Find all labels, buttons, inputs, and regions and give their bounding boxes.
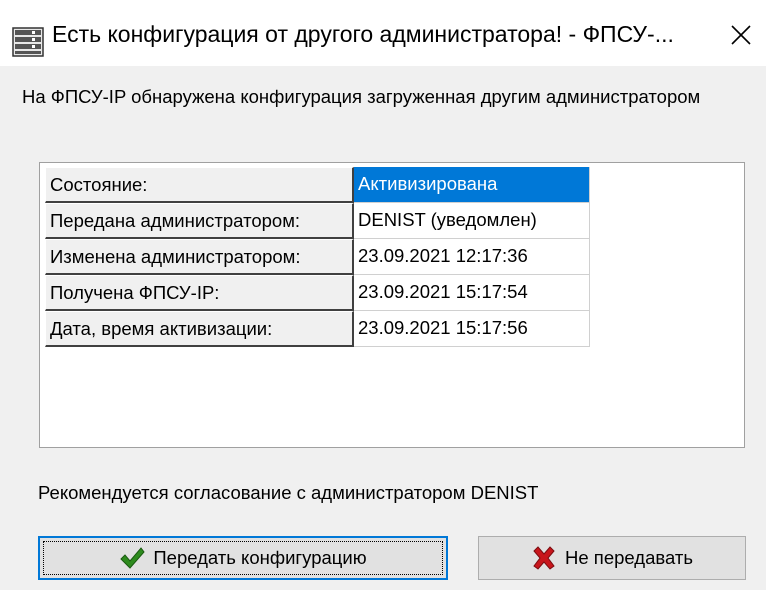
row-value-status[interactable]: Активизирована (354, 167, 590, 203)
row-value-modified-by[interactable]: 23.09.2021 12:17:36 (354, 239, 590, 275)
row-value-activated[interactable]: 23.09.2021 15:17:56 (354, 311, 590, 347)
title-bar: Есть конфигурация от другого администрат… (0, 0, 766, 66)
row-label-sent-by: Передана администратором: (45, 203, 354, 239)
dialog-window: Есть конфигурация от другого администрат… (0, 0, 766, 590)
send-config-button[interactable]: Передать конфигурацию (38, 536, 448, 580)
row-label-received: Получена ФПСУ-IP: (45, 275, 354, 311)
close-icon (731, 25, 751, 45)
row-value-received[interactable]: 23.09.2021 15:17:54 (354, 275, 590, 311)
row-label-status: Состояние: (45, 167, 354, 203)
table-row: Получена ФПСУ-IP: 23.09.2021 15:17:54 (45, 275, 590, 311)
dont-send-label: Не передавать (565, 547, 693, 568)
config-info-table: Состояние: Активизирована Передана админ… (45, 167, 590, 347)
table-row: Состояние: Активизирована (45, 167, 590, 203)
close-button[interactable] (716, 10, 766, 60)
table-row: Изменена администратором: 23.09.2021 12:… (45, 239, 590, 275)
table-row: Передана администратором: DENIST (уведом… (45, 203, 590, 239)
focus-rectangle (43, 541, 443, 575)
server-app-icon (12, 27, 44, 57)
dont-send-button[interactable]: Не передавать (478, 536, 746, 580)
recommendation-text: Рекомендуется согласование с администрат… (38, 482, 539, 503)
row-value-sent-by[interactable]: DENIST (уведомлен) (354, 203, 590, 239)
window-title: Есть конфигурация от другого администрат… (52, 21, 674, 47)
info-message: На ФПСУ-IP обнаружена конфигурация загру… (22, 86, 701, 107)
config-info-panel: Состояние: Активизирована Передана админ… (39, 162, 745, 448)
row-label-activated: Дата, время активизации: (45, 311, 354, 347)
red-x-icon (533, 546, 555, 570)
row-label-modified-by: Изменена администратором: (45, 239, 354, 275)
table-row: Дата, время активизации: 23.09.2021 15:1… (45, 311, 590, 347)
